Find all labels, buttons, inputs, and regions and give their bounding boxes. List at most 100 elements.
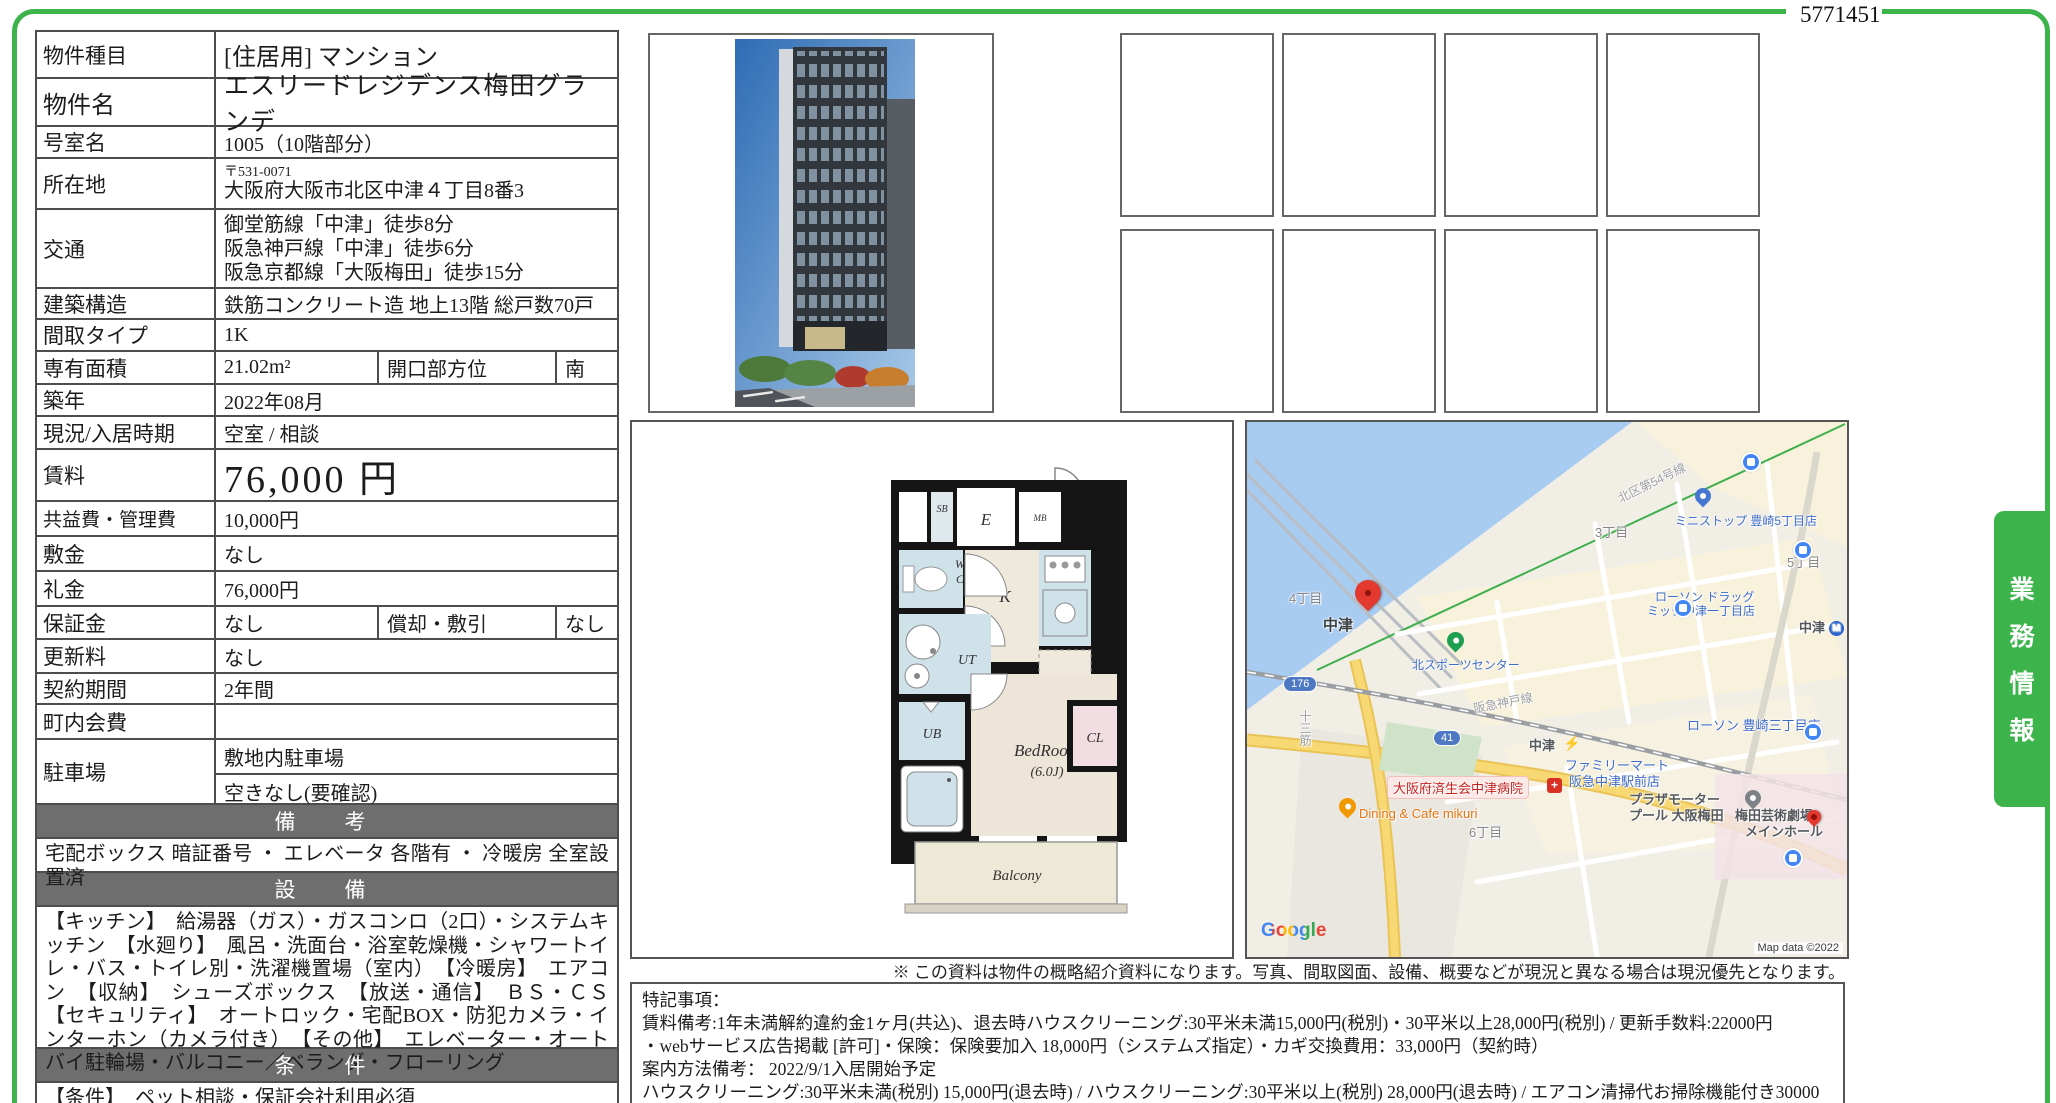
floorplan-drawing: SB E MB W C K UT bbox=[877, 450, 1142, 930]
access: 御堂筋線「中津」徒歩8分 阪急神戸線「中津」徒歩6分 阪急京都線「大阪梅田」徒歩… bbox=[216, 210, 617, 287]
table-row: 駐車場 敷地内駐車場 空きなし(要確認) bbox=[37, 738, 617, 803]
floorplan-box: SB E MB W C K UT bbox=[630, 420, 1234, 959]
map-label-famima: ファミリーマート bbox=[1565, 758, 1669, 773]
equipment-text: 【キッチン】 給湯器（ガス）・ガスコンロ（2口）・システムキッチン 【水廻り】 … bbox=[37, 905, 617, 1047]
svg-text:UB: UB bbox=[923, 727, 942, 742]
map-label-nakatsu-hankyu: 中津 bbox=[1529, 738, 1555, 753]
parking: 敷地内駐車場 空きなし(要確認) bbox=[216, 740, 617, 803]
built-year: 2022年08月 bbox=[216, 385, 617, 415]
map-label-theater: 梅田芸術劇場 bbox=[1735, 808, 1813, 823]
hospital-icon: + bbox=[1547, 778, 1562, 793]
table-row: 交通 御堂筋線「中津」徒歩8分 阪急神戸線「中津」徒歩6分 阪急京都線「大阪梅田… bbox=[37, 208, 617, 287]
table-row: 現況/入居時期空室 / 相談 bbox=[37, 415, 617, 448]
rent-value: 76,000 円 bbox=[216, 450, 617, 500]
metro-icon: M bbox=[1829, 621, 1844, 636]
table-row: 賃料76,000 円 bbox=[37, 448, 617, 500]
transit-icon bbox=[1741, 452, 1761, 472]
conditions-text: 【条件】 ペット相談・保証会社利用必須 bbox=[37, 1081, 617, 1103]
map-label-cafe: Dining & Cafe mikuri bbox=[1359, 806, 1478, 821]
table-row: 築年2022年08月 bbox=[37, 383, 617, 415]
special-notes-box: 特記事項： 賃料備考:1年未満解約違約金1ヶ月(共込)、退去時ハウスクリーニング… bbox=[630, 982, 1845, 1103]
location-map: 北区第54号線 3丁目 ミニストップ 豊崎5丁目店 5丁目 4丁目 中津 ローソ… bbox=[1245, 420, 1849, 959]
map-copyright: Map data ©2022 bbox=[1754, 942, 1844, 954]
svg-text:(6.0J): (6.0J) bbox=[1030, 765, 1063, 780]
building-photo bbox=[735, 39, 915, 407]
route-176-shield: 176 bbox=[1283, 676, 1317, 692]
table-row: 物件名エスリードレジデンス梅田グランデ bbox=[37, 77, 617, 125]
business-info-tab: 業務情報 bbox=[1994, 511, 2046, 807]
svg-text:W: W bbox=[955, 557, 966, 571]
table-row: 建築構造鉄筋コンクリート造 地上13階 総戸数70戸 bbox=[37, 287, 617, 318]
room-number: 1005（10階部分） bbox=[216, 127, 617, 157]
svg-text:SB: SB bbox=[936, 504, 947, 515]
svg-text:C: C bbox=[956, 572, 965, 586]
google-logo: Google bbox=[1261, 920, 1326, 942]
map-label-district4: 4丁目 bbox=[1289, 588, 1322, 607]
map-label-lawson-toyosaki: ローソン 豊崎三丁目店 bbox=[1687, 718, 1821, 733]
property-table: 物件種目[住居用] マンション 物件名エスリードレジデンス梅田グランデ 号室名1… bbox=[35, 30, 619, 1103]
equipment-header: 設 備 bbox=[37, 871, 617, 905]
notes-header: 備 考 bbox=[37, 803, 617, 837]
map-label-lawson-drug2: ミック中津一丁目店 bbox=[1647, 604, 1755, 618]
structure: 鉄筋コンクリート造 地上13階 総戸数70戸 bbox=[216, 289, 617, 318]
area-value: 21.02m² bbox=[216, 352, 379, 383]
guarantee-value: なし bbox=[216, 607, 379, 638]
svg-text:MB: MB bbox=[1033, 513, 1047, 523]
map-label-theater2: メインホール bbox=[1745, 824, 1823, 839]
notes-text: 宅配ボックス 暗証番号 ・ エレベータ 各階有 ・ 冷暖房 全室設置済 bbox=[37, 837, 617, 871]
occupancy-status: 空室 / 相談 bbox=[216, 417, 617, 448]
property-name: エスリードレジデンス梅田グランデ bbox=[216, 79, 617, 125]
table-row: 間取タイプ1K bbox=[37, 318, 617, 350]
table-row: 敷金なし bbox=[37, 535, 617, 570]
table-row: 更新料なし bbox=[37, 638, 617, 672]
photo-placeholder bbox=[1444, 229, 1598, 413]
map-label-plaza2: プール 大阪梅田 bbox=[1629, 808, 1724, 823]
map-label-jusou: 十三筋 bbox=[1297, 710, 1314, 746]
renewal-fee: なし bbox=[216, 640, 617, 672]
address: 〒531-0071大阪府大阪市北区中津４丁目8番3 bbox=[216, 159, 617, 208]
svg-text:E: E bbox=[980, 510, 992, 529]
photo-placeholder bbox=[1606, 229, 1760, 413]
photo-placeholder bbox=[1282, 229, 1436, 413]
map-label-district3: 3丁目 bbox=[1595, 522, 1628, 541]
contract-period: 2年間 bbox=[216, 674, 617, 703]
property-flyer: 5771451 物件種目[住居用] マンション 物件名エスリードレジデンス梅田グ… bbox=[0, 0, 2056, 1103]
map-label-lawson-drug: ローソン ドラッグ bbox=[1655, 590, 1754, 604]
transit-icon bbox=[1793, 540, 1813, 560]
table-row: 所在地 〒531-0071大阪府大阪市北区中津４丁目8番3 bbox=[37, 157, 617, 208]
layout-type: 1K bbox=[216, 320, 617, 350]
map-label-famima2: 阪急中津駅前店 bbox=[1569, 774, 1660, 789]
table-row: 号室名1005（10階部分） bbox=[37, 125, 617, 157]
building-photo-box bbox=[648, 33, 994, 413]
postal-code: 〒531-0071 bbox=[224, 165, 292, 180]
table-row: 町内会費 bbox=[37, 703, 617, 738]
table-row: 礼金76,000円 bbox=[37, 570, 617, 605]
amortization-value: なし bbox=[557, 607, 617, 638]
transit-icon bbox=[1803, 722, 1823, 742]
transit-icon bbox=[1673, 598, 1693, 618]
map-label-plaza: プラザモーター bbox=[1629, 792, 1720, 807]
table-row: 専有面積 21.02m² 開口部方位 南 bbox=[37, 350, 617, 383]
svg-text:Balcony: Balcony bbox=[992, 868, 1041, 884]
photo-placeholder bbox=[1606, 33, 1760, 217]
map-label-sports-center: 北スポーツセンター bbox=[1412, 658, 1520, 672]
disclaimer: ※ この資料は物件の概略紹介資料になります。写真、間取図面、設備、概要などが現況… bbox=[630, 958, 1845, 983]
hankyu-station-icon: ⚡ bbox=[1563, 736, 1580, 753]
svg-text:UT: UT bbox=[958, 653, 977, 668]
map-label-district6: 6丁目 bbox=[1469, 822, 1502, 841]
map-label-nakatsu-metro: 中津 M bbox=[1799, 620, 1844, 636]
svg-text:CL: CL bbox=[1086, 731, 1103, 746]
map-base bbox=[1247, 422, 1847, 957]
map-label-ministop: ミニストップ 豊崎5丁目店 bbox=[1675, 514, 1817, 528]
map-label-hospital: 大阪府済生会中津病院 bbox=[1387, 776, 1529, 799]
map-label-nakatsu: 中津 bbox=[1323, 614, 1353, 635]
transit-icon bbox=[1783, 848, 1803, 868]
table-row: 共益費・管理費10,000円 bbox=[37, 500, 617, 535]
table-row: 保証金 なし 償却・敷引 なし bbox=[37, 605, 617, 638]
opening-value: 南 bbox=[557, 352, 617, 383]
photo-placeholder bbox=[1120, 33, 1274, 217]
management-fee: 10,000円 bbox=[216, 502, 617, 535]
photo-placeholder bbox=[1282, 33, 1436, 217]
photo-placeholder bbox=[1120, 229, 1274, 413]
key-money: 76,000円 bbox=[216, 572, 617, 605]
